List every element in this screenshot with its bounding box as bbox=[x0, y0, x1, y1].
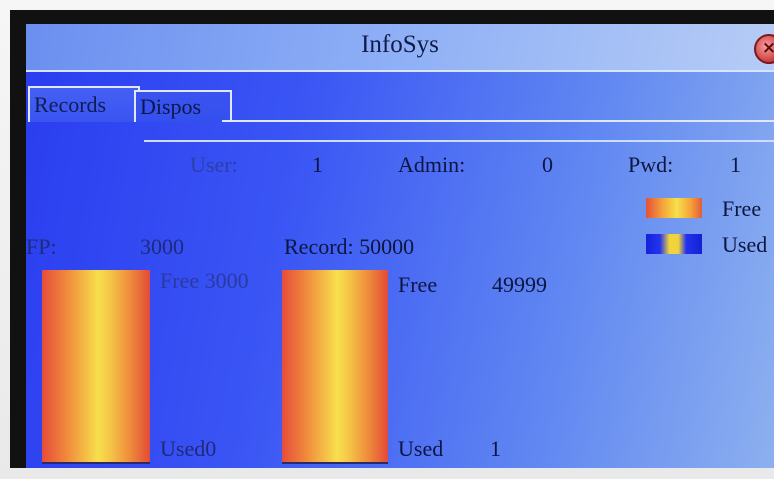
tab-records[interactable]: Records bbox=[28, 86, 140, 122]
record-capacity: Record: 50000 bbox=[284, 234, 415, 259]
admin-count: 0 bbox=[542, 152, 553, 177]
record-used-label: Used bbox=[398, 436, 444, 461]
fp-free-text: Free 3000 bbox=[160, 268, 249, 293]
device-screen: InfoSys × Records Dispos User: 1 Admin: … bbox=[10, 10, 774, 468]
admin-label: Admin: bbox=[398, 152, 466, 177]
user-count: 1 bbox=[312, 152, 323, 177]
close-icon: × bbox=[761, 38, 774, 58]
legend-used-label: Used bbox=[722, 232, 768, 257]
user-label: User: bbox=[190, 152, 238, 177]
tab-divider bbox=[222, 120, 774, 122]
record-free-value: 49999 bbox=[492, 272, 547, 297]
pwd-label: Pwd: bbox=[628, 152, 674, 177]
tab-dispos[interactable]: Dispos bbox=[134, 90, 232, 122]
record-usage-bar bbox=[282, 270, 388, 464]
window-title: InfoSys bbox=[361, 31, 439, 58]
close-button[interactable]: × bbox=[754, 34, 774, 64]
title-bar: InfoSys × bbox=[26, 24, 774, 72]
fp-label: FP: bbox=[26, 234, 57, 259]
record-free-label: Free bbox=[398, 272, 438, 297]
section-divider bbox=[144, 140, 774, 142]
infosys-window: InfoSys × Records Dispos User: 1 Admin: … bbox=[26, 24, 774, 468]
record-used-value: 1 bbox=[490, 436, 501, 461]
fp-usage-bar bbox=[42, 270, 150, 464]
legend-free-label: Free bbox=[722, 196, 762, 221]
fp-used-text: Used0 bbox=[160, 436, 217, 461]
pwd-count: 1 bbox=[730, 152, 741, 177]
fp-capacity: 3000 bbox=[140, 234, 184, 259]
tab-bar: Records Dispos bbox=[26, 76, 774, 128]
legend-used-swatch bbox=[646, 234, 702, 254]
legend-free-swatch bbox=[646, 198, 702, 218]
